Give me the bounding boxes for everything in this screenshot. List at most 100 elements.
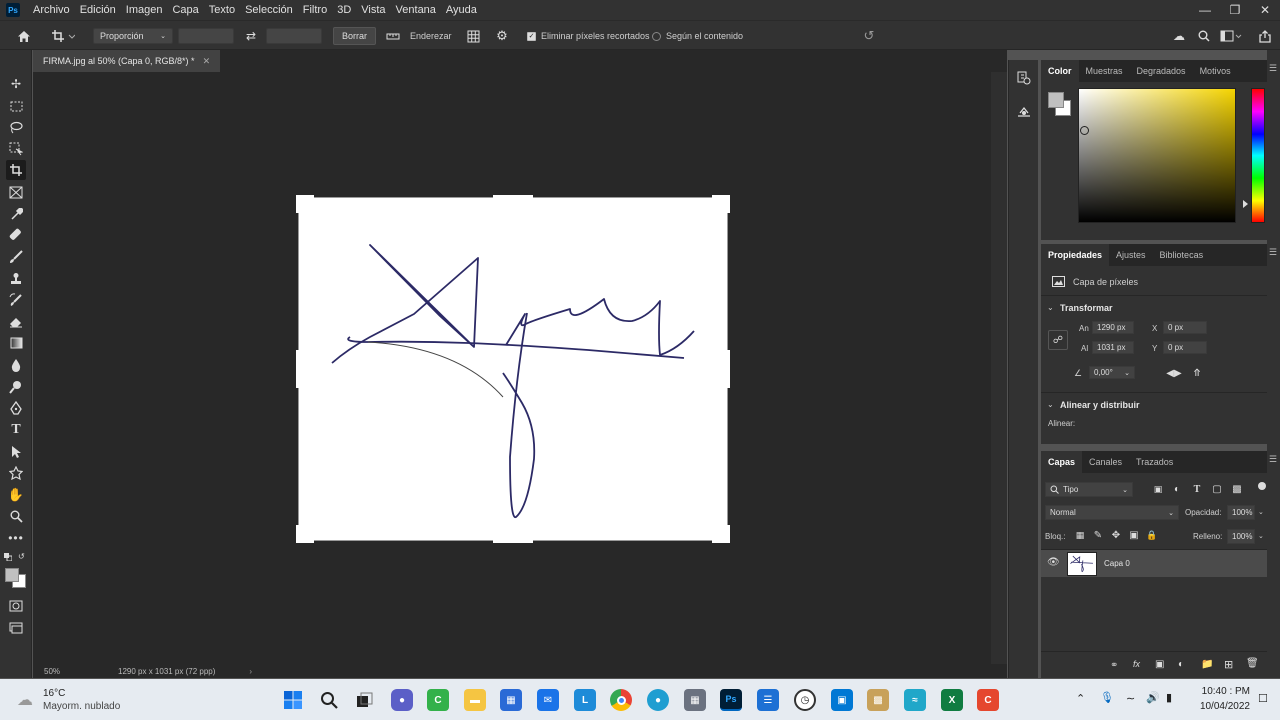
color-foreground-swatch[interactable] (1048, 92, 1064, 108)
menu-imagen[interactable]: Imagen (121, 4, 168, 16)
tab-gradients[interactable]: Degradados (1130, 60, 1193, 82)
clock-app-icon[interactable]: ◷ (794, 689, 816, 711)
screen-mode-icon[interactable] (6, 618, 26, 638)
path-selection-tool-icon[interactable] (6, 442, 26, 462)
ratio-select[interactable]: Proporción ⌄ (93, 28, 173, 44)
clear-button[interactable]: Borrar (333, 27, 377, 45)
vertical-scrollbar[interactable] (991, 72, 1007, 664)
hue-slider-handle[interactable] (1243, 200, 1248, 208)
menu-seleccion[interactable]: Selección (240, 4, 298, 16)
crop-handle-top[interactable] (493, 195, 533, 198)
clock-time[interactable]: 10:40 : PM (1190, 686, 1250, 697)
menu-ventana[interactable]: Ventana (391, 4, 441, 16)
lock-transparent-icon[interactable]: ▦ (1074, 529, 1086, 541)
new-layer-icon[interactable]: ⊞ (1224, 658, 1233, 671)
delete-layer-icon[interactable]: 🗑 (1246, 658, 1259, 669)
default-colors-icon[interactable] (4, 552, 13, 562)
volume-icon[interactable]: 🔊 (1146, 691, 1160, 704)
lasso-tool-icon[interactable] (6, 117, 26, 137)
home-icon[interactable] (14, 27, 34, 45)
blend-mode-select[interactable]: Normal ⌄ (1045, 505, 1179, 520)
more-tools-icon[interactable]: ••• (6, 528, 26, 548)
crop-tool-preset-icon[interactable] (48, 27, 78, 45)
link-layers-icon[interactable]: ⚭ (1110, 660, 1118, 671)
properties-panel-icon[interactable] (1014, 102, 1034, 122)
crop-handle-right[interactable] (727, 350, 730, 388)
wifi-icon[interactable]: ∼ (1126, 692, 1135, 705)
photoshop-taskbar-icon[interactable]: Ps (720, 689, 742, 711)
microphone-icon[interactable]: 🎙 (1100, 691, 1114, 704)
panel-menu-icon[interactable]: ☰ (1269, 64, 1277, 73)
notifications-icon[interactable]: ☐ (1258, 692, 1272, 706)
type-tool-icon[interactable]: T (6, 420, 26, 440)
document-info[interactable]: 1290 px x 1031 px (72 ppp) (118, 667, 215, 676)
restore-icon[interactable]: ❐ (1220, 0, 1250, 20)
clone-stamp-tool-icon[interactable] (6, 269, 26, 289)
document-canvas[interactable] (298, 197, 728, 541)
tab-patterns[interactable]: Motivos (1193, 60, 1238, 82)
delete-cropped-option[interactable]: ✓ Eliminar píxeles recortados (527, 29, 650, 43)
tab-color[interactable]: Color (1041, 60, 1079, 82)
marquee-tool-icon[interactable] (6, 96, 26, 116)
camtasia-recorder-icon[interactable]: C (977, 689, 999, 711)
menu-texto[interactable]: Texto (204, 4, 240, 16)
notes-app-icon[interactable]: ☰ (757, 689, 779, 711)
calculator-app-icon[interactable]: ▦ (684, 689, 706, 711)
task-view-icon[interactable] (354, 689, 376, 711)
transform-section-title[interactable]: Transformar (1060, 303, 1113, 313)
align-section-title[interactable]: Alinear y distribuir (1060, 400, 1140, 410)
close-tab-icon[interactable]: ✕ (203, 56, 211, 67)
minimize-icon[interactable]: — (1190, 0, 1220, 20)
brush-tool-icon[interactable] (6, 247, 26, 267)
healing-brush-tool-icon[interactable] (6, 225, 26, 245)
weather-temperature[interactable]: 16°C (43, 688, 65, 699)
gradient-tool-icon[interactable] (6, 333, 26, 353)
fill-chevron-icon[interactable]: ⌄ (1258, 532, 1264, 540)
crop-handle-bottom[interactable] (493, 540, 533, 543)
menu-3d[interactable]: 3D (332, 4, 356, 16)
content-aware-option[interactable]: Según el contenido (652, 29, 743, 43)
crop-handle-top-right[interactable] (712, 195, 730, 213)
new-adjustment-layer-icon[interactable]: ◐ (1178, 659, 1184, 670)
status-menu-icon[interactable]: › (249, 667, 252, 676)
crop-handle-top-left[interactable] (296, 195, 314, 213)
menu-archivo[interactable]: Archivo (28, 4, 75, 16)
fill-input[interactable]: 100% (1227, 529, 1255, 544)
add-mask-icon[interactable]: ▣ (1155, 659, 1164, 670)
gear-icon[interactable]: ⚙ (494, 28, 510, 44)
history-panel-icon[interactable] (1014, 68, 1034, 88)
y-input[interactable]: 0 px (1163, 341, 1207, 354)
tab-swatches[interactable]: Muestras (1079, 60, 1130, 82)
frame-tool-icon[interactable] (6, 182, 26, 202)
undo-icon[interactable]: ↺ (860, 28, 878, 44)
chat-app-icon[interactable]: ● (391, 689, 413, 711)
layer-visibility-eye-icon[interactable]: 👁 (1047, 557, 1060, 568)
flip-horizontal-icon[interactable]: ◀▶ (1166, 366, 1182, 380)
swap-icon[interactable]: ⇄ (243, 28, 259, 44)
width-ratio-input[interactable] (178, 28, 234, 44)
dodge-tool-icon[interactable] (6, 377, 26, 397)
tab-channels[interactable]: Canales (1082, 451, 1129, 473)
foreground-color-swatch[interactable] (5, 568, 19, 582)
eraser-tool-icon[interactable] (6, 312, 26, 332)
menu-filtro[interactable]: Filtro (298, 4, 332, 16)
zoom-tool-icon[interactable] (6, 506, 26, 526)
weather-description[interactable]: Mayorm. nublado (43, 701, 120, 712)
tab-properties[interactable]: Propiedades (1041, 244, 1110, 266)
edge-browser-icon[interactable]: ● (647, 689, 669, 711)
link-dimensions-icon[interactable]: ☍ (1048, 330, 1068, 350)
width-input[interactable]: 1290 px (1092, 321, 1134, 334)
file-explorer-icon[interactable]: ▬ (464, 689, 486, 711)
tab-layers[interactable]: Capas (1041, 451, 1083, 473)
tab-adjustments[interactable]: Ajustes (1109, 244, 1153, 266)
document-tab[interactable]: FIRMA.jpg al 50% (Capa 0, RGB/8*) * ✕ (33, 50, 221, 72)
menu-ayuda[interactable]: Ayuda (441, 4, 482, 16)
archive-app-icon[interactable]: ▩ (867, 689, 889, 711)
straighten-icon[interactable] (385, 28, 401, 44)
camtasia-app-icon[interactable]: C (427, 689, 449, 711)
mail-app-icon[interactable]: ✉ (537, 689, 559, 711)
screen-app-icon[interactable]: ▣ (831, 689, 853, 711)
filter-shape-icon[interactable]: ▢ (1210, 483, 1224, 496)
panel-menu-icon[interactable]: ☰ (1269, 455, 1277, 464)
chrome-browser-icon[interactable] (610, 689, 632, 711)
